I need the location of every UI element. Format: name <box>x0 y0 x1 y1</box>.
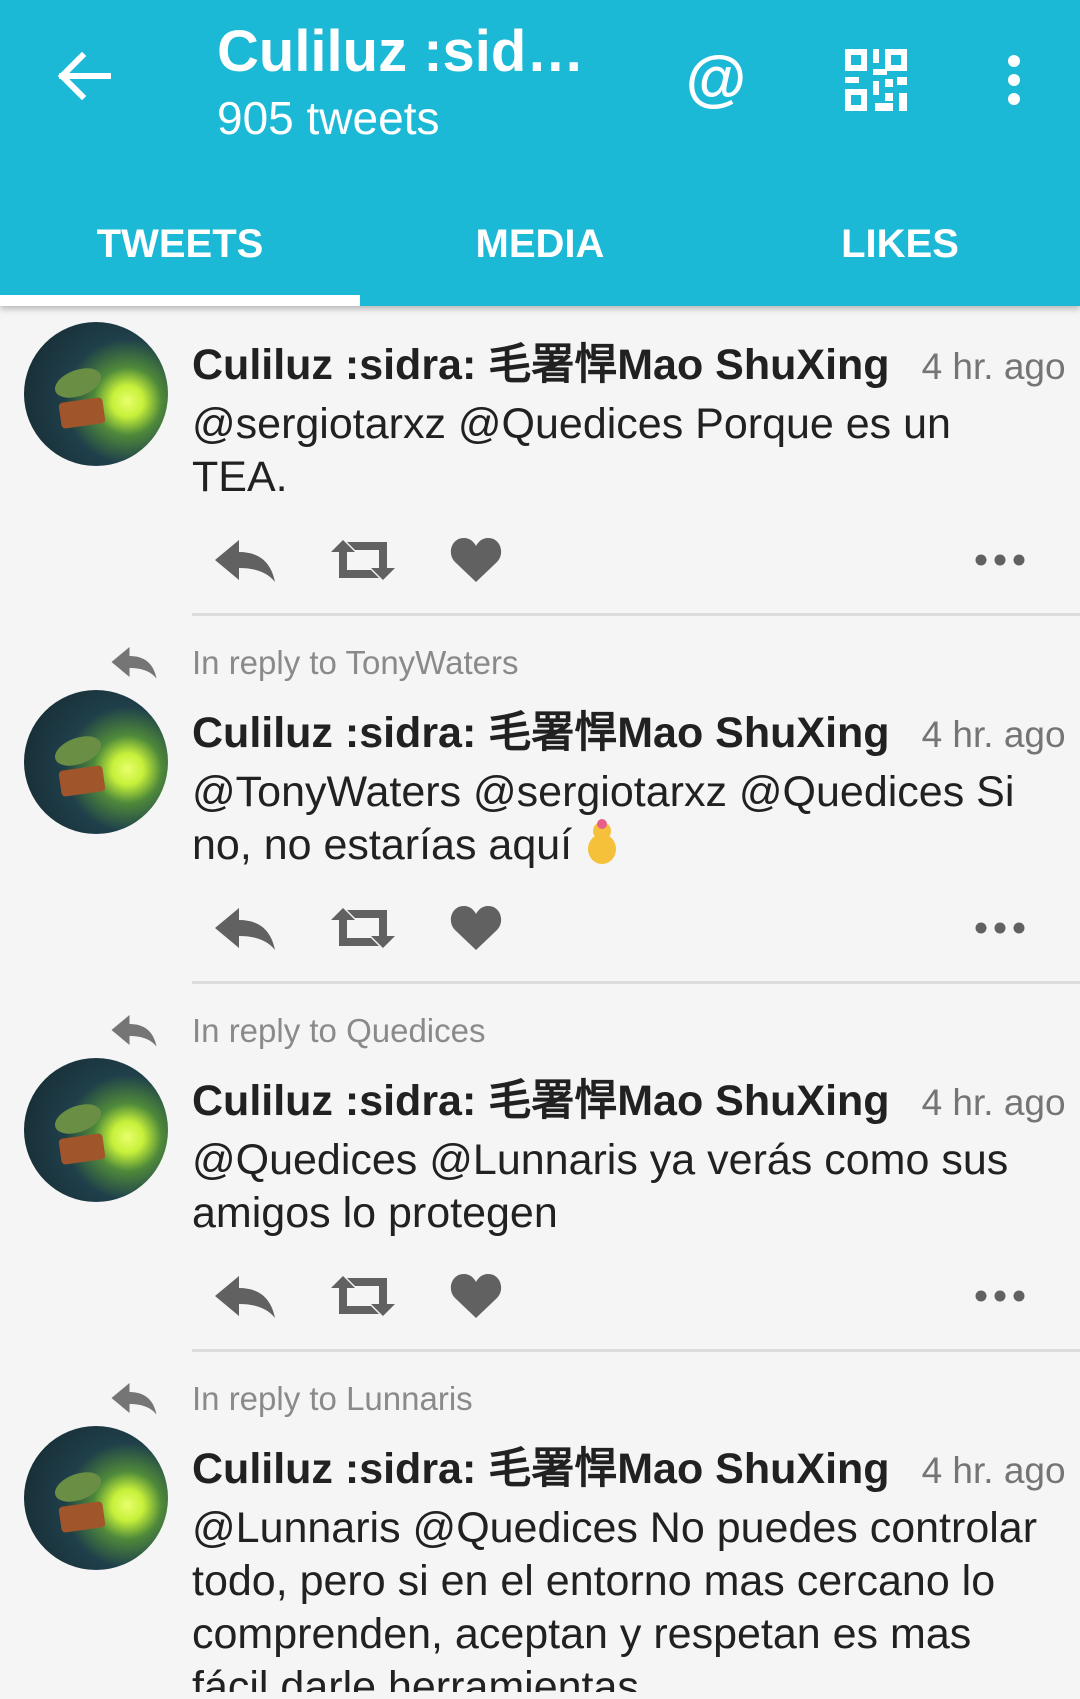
more-horiz-icon <box>975 1290 1025 1302</box>
reply-indicator-icon <box>111 1383 157 1415</box>
author-name: Culiluz :sidra: 毛署悍Mao ShuXing <box>192 709 890 757</box>
tweet-header: Culiluz :sidra: 毛署悍Mao ShuXing 4 hr. ago <box>192 330 1066 392</box>
profile-tabs: TWEETS MEDIA LIKES <box>0 196 1080 306</box>
qr-code-button[interactable] <box>840 44 912 116</box>
avatar[interactable] <box>24 1426 168 1570</box>
heart-icon <box>450 538 502 582</box>
tweet-actions <box>210 1266 1040 1326</box>
tab-media[interactable]: MEDIA <box>360 196 720 306</box>
author-name: Culiluz :sidra: 毛署悍Mao ShuXing <box>192 1077 890 1125</box>
more-horiz-icon <box>975 554 1025 566</box>
reply-to-label: In reply to Lunnaris <box>192 1380 473 1417</box>
author-name: Culiluz :sidra: 毛署悍Mao ShuXing <box>192 341 890 389</box>
more-horiz-icon <box>975 922 1025 934</box>
retweet-button[interactable] <box>328 1266 398 1326</box>
qr-code-icon <box>845 49 907 111</box>
tweet-more-button[interactable] <box>970 530 1030 590</box>
tab-likes[interactable]: LIKES <box>720 196 1080 306</box>
retweet-icon <box>331 908 395 948</box>
tweet-header: Culiluz :sidra: 毛署悍Mao ShuXing 4 hr. ago <box>192 698 1066 760</box>
tweet-text: @sergiotarxz @Quedices Porque es un TEA. <box>192 400 951 501</box>
tweet-text-container: @TonyWaters @sergiotarxz @Quedices Si no… <box>192 766 1052 872</box>
avatar[interactable] <box>24 1058 168 1202</box>
more-vert-icon <box>1008 55 1020 105</box>
avatar[interactable] <box>24 690 168 834</box>
reply-button[interactable] <box>210 898 280 958</box>
tweet-item[interactable]: Culiluz :sidra: 毛署悍Mao ShuXing 4 hr. ago… <box>0 306 1080 616</box>
reply-indicator-icon <box>111 647 157 679</box>
mention-button[interactable]: @ <box>672 38 760 118</box>
tweet-item[interactable]: In reply to TonyWaters Culiluz :sidra: 毛… <box>0 616 1080 984</box>
avatar[interactable] <box>24 322 168 466</box>
app-bar: Culiluz :sidr… 905 tweets @ TWEETS MEDIA… <box>0 0 1080 306</box>
arrow-left-icon <box>57 52 111 100</box>
reply-icon <box>215 540 275 582</box>
reply-icon <box>215 908 275 950</box>
tweet-text: @Lunnaris @Quedices No puedes controlar … <box>192 1504 1038 1692</box>
profile-title: Culiluz :sidr… <box>217 19 597 84</box>
profile-header: Culiluz :sidr… 905 tweets <box>217 18 597 148</box>
reply-context[interactable]: In reply to TonyWaters <box>192 640 518 686</box>
emoji-icon <box>588 819 617 864</box>
retweet-icon <box>331 540 395 580</box>
reply-to-label: In reply to TonyWaters <box>192 644 519 681</box>
reply-icon <box>215 1276 275 1318</box>
tweet-time: 4 hr. ago <box>921 1082 1066 1123</box>
author-name: Culiluz :sidra: 毛署悍Mao ShuXing <box>192 1445 890 1493</box>
retweet-button[interactable] <box>328 530 398 590</box>
tweet-item[interactable]: In reply to Quedices Culiluz :sidra: 毛署悍… <box>0 984 1080 1352</box>
tweet-actions <box>210 530 1040 590</box>
tweet-actions <box>210 898 1040 958</box>
tweet-text: @Quedices @Lunnaris ya verás como sus am… <box>192 1136 1009 1237</box>
like-button[interactable] <box>446 530 506 590</box>
tweet-time: 4 hr. ago <box>921 346 1066 387</box>
tweet-header: Culiluz :sidra: 毛署悍Mao ShuXing 4 hr. ago <box>192 1066 1066 1128</box>
reply-button[interactable] <box>210 530 280 590</box>
heart-icon <box>450 906 502 950</box>
tweet-more-button[interactable] <box>970 1266 1030 1326</box>
reply-indicator-icon <box>111 1015 157 1047</box>
tweet-timeline: Culiluz :sidra: 毛署悍Mao ShuXing 4 hr. ago… <box>0 306 1080 1692</box>
retweet-icon <box>331 1276 395 1316</box>
tweet-time: 4 hr. ago <box>921 1450 1066 1491</box>
tweet-more-button[interactable] <box>970 898 1030 958</box>
tab-tweets[interactable]: TWEETS <box>0 196 360 306</box>
heart-icon <box>450 1274 502 1318</box>
back-button[interactable] <box>48 40 120 112</box>
like-button[interactable] <box>446 1266 506 1326</box>
tweet-time: 4 hr. ago <box>921 714 1066 755</box>
reply-to-label: In reply to Quedices <box>192 1012 486 1049</box>
reply-context[interactable]: In reply to Lunnaris <box>192 1376 473 1422</box>
tweet-count: 905 tweets <box>217 92 440 144</box>
tweet-header: Culiluz :sidra: 毛署悍Mao ShuXing 4 hr. ago <box>192 1434 1066 1496</box>
overflow-menu-button[interactable] <box>988 44 1040 116</box>
reply-button[interactable] <box>210 1266 280 1326</box>
reply-context[interactable]: In reply to Quedices <box>192 1008 486 1054</box>
retweet-button[interactable] <box>328 898 398 958</box>
like-button[interactable] <box>446 898 506 958</box>
tweet-item[interactable]: In reply to Lunnaris Culiluz :sidra: 毛署悍… <box>0 1352 1080 1692</box>
